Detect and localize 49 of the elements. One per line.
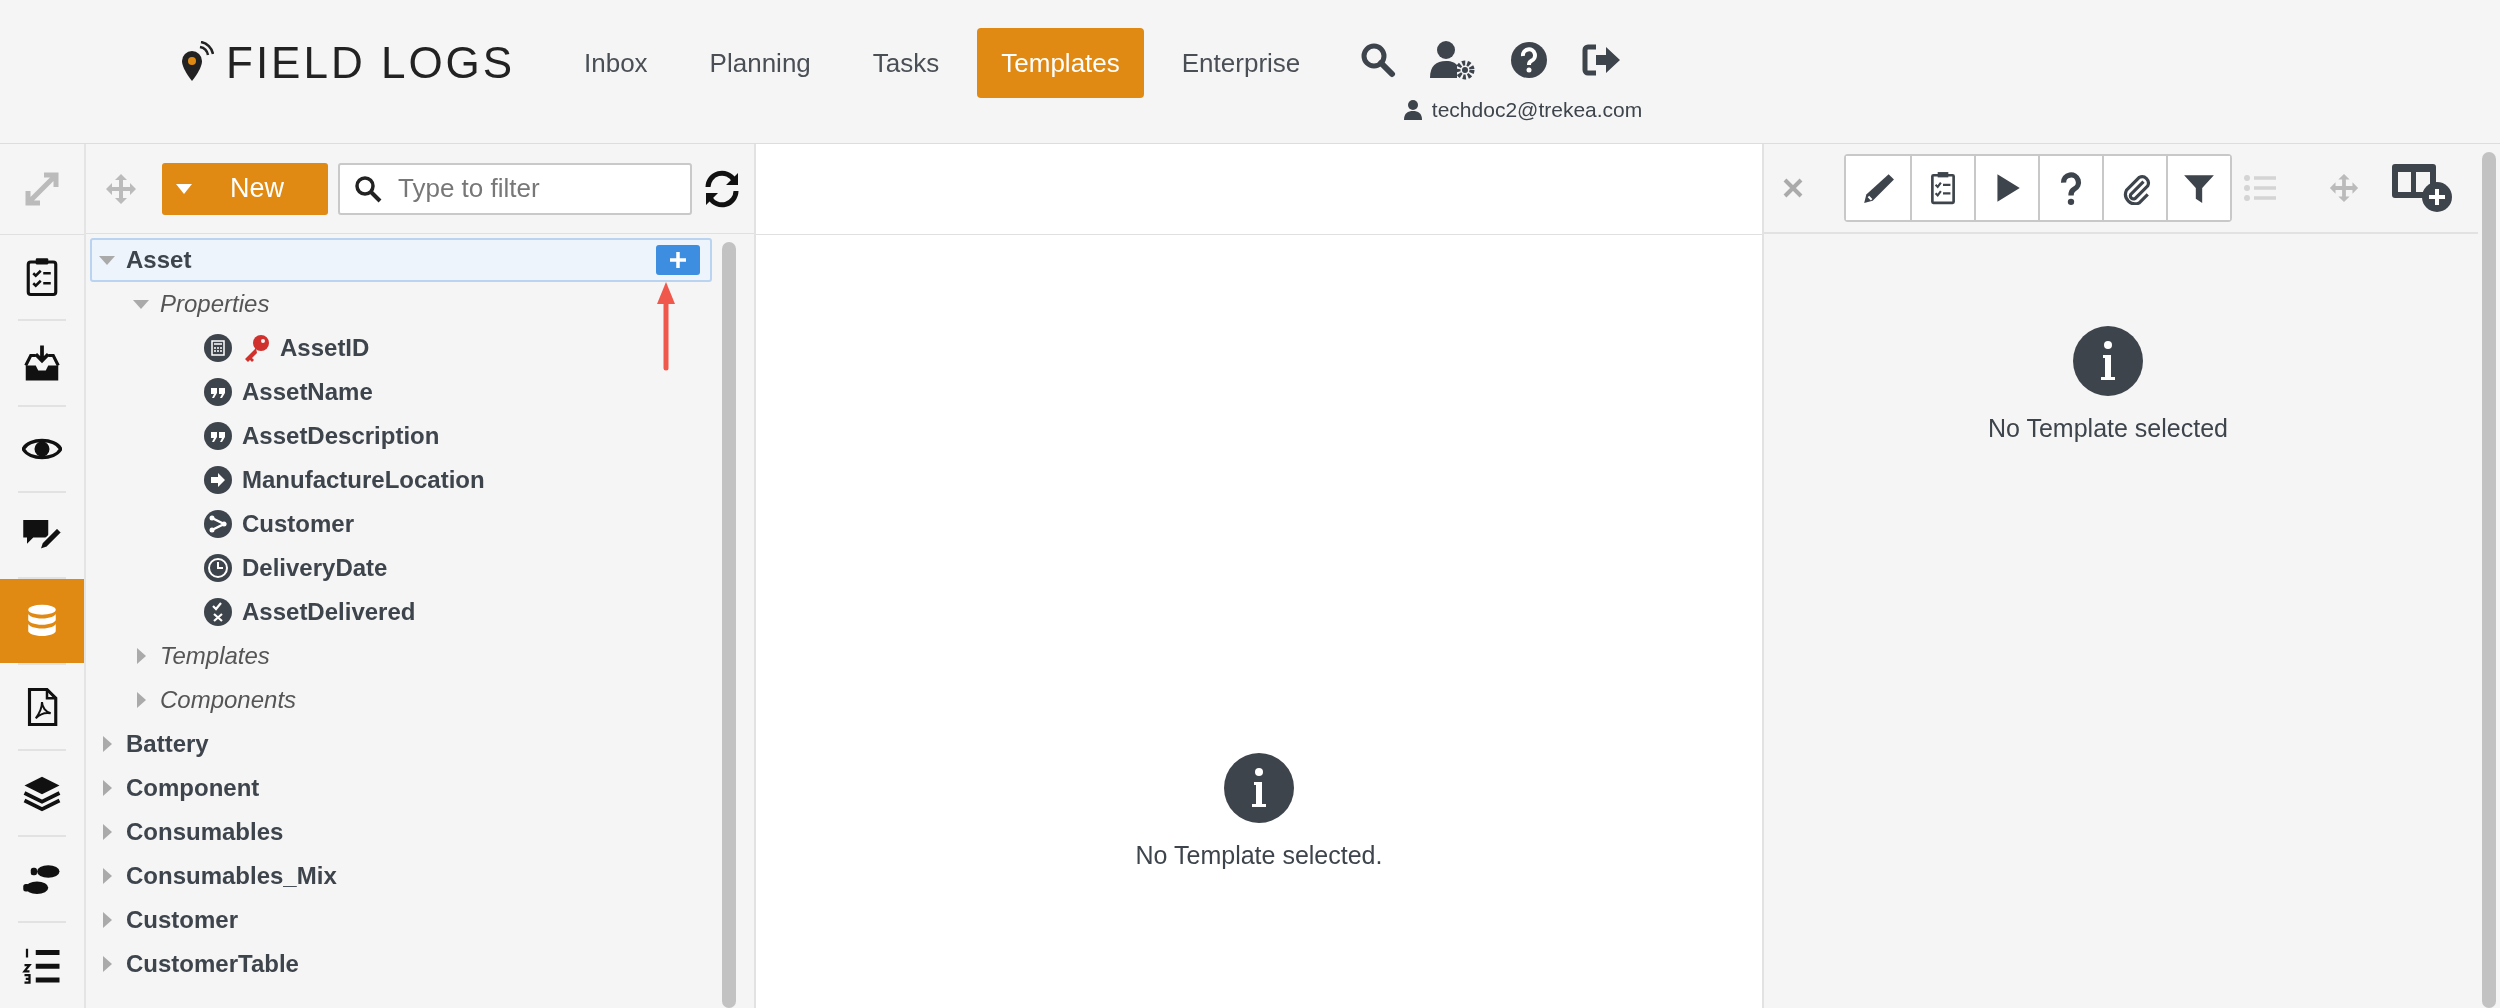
property-item[interactable]: Customer	[90, 502, 712, 546]
quote-icon	[204, 422, 232, 450]
user-icon	[1403, 100, 1422, 120]
search-icon[interactable]	[1360, 42, 1397, 78]
tree-group[interactable]: Properties	[90, 282, 712, 326]
tree-item[interactable]: Consumables_Mix	[90, 854, 712, 898]
help-icon[interactable]	[1510, 41, 1549, 79]
tree-item[interactable]: Component	[90, 766, 712, 810]
nav-tab[interactable]: Enterprise	[1157, 28, 1325, 98]
pencil-icon	[1861, 171, 1895, 205]
scrollbar[interactable]	[722, 242, 736, 1008]
nav-tab[interactable]: Planning	[685, 28, 835, 98]
search-icon	[354, 174, 382, 203]
property-item[interactable]: AssetName	[90, 370, 712, 414]
nav-tab[interactable]: Tasks	[848, 28, 964, 98]
inbox-download-icon	[22, 343, 62, 383]
check-cross-icon	[204, 598, 232, 626]
property-item[interactable]: AssetDelivered	[90, 590, 712, 634]
logo-text: FIELD LOGS	[226, 38, 516, 88]
tree-item[interactable]: CustomerTable	[90, 942, 712, 986]
property-item[interactable]: AssetDescription	[90, 414, 712, 458]
empty-message: No Template selected	[1988, 414, 2228, 443]
tree-item[interactable]: Asset	[90, 238, 712, 282]
filter-field[interactable]: Type to filter	[338, 162, 692, 215]
nav-tab[interactable]: Inbox	[560, 28, 672, 98]
caret-down-icon	[176, 183, 192, 194]
clock-icon	[204, 554, 232, 582]
toolbar-button[interactable]	[2166, 156, 2230, 220]
property-item[interactable]: DeliveryDate	[90, 546, 712, 590]
tree-item[interactable]: Customer	[90, 898, 712, 942]
tree-group[interactable]: Components	[90, 678, 712, 722]
share-nodes-icon	[204, 510, 232, 538]
tree-item[interactable]: Battery	[90, 722, 712, 766]
empty-message: No Template selected.	[1135, 841, 1383, 870]
tree-group[interactable]: Templates	[90, 634, 712, 678]
user-settings-icon[interactable]	[1430, 40, 1477, 80]
info-icon	[2073, 326, 2143, 396]
tree-item[interactable]: Consumables	[90, 810, 712, 854]
user-email[interactable]: techdoc2@trekea.com	[1431, 98, 1643, 122]
property-item[interactable]: ManufactureLocation	[90, 458, 712, 502]
add-button[interactable]	[656, 245, 700, 275]
property-item[interactable]: AssetID	[90, 326, 712, 370]
plus-icon	[668, 250, 688, 270]
add-layout-icon[interactable]	[2390, 162, 2454, 214]
arrow-circle-icon	[204, 466, 232, 494]
calculator-icon	[204, 334, 232, 362]
scrollbar[interactable]	[2482, 152, 2496, 1008]
info-icon	[1224, 753, 1294, 823]
quote-icon	[204, 378, 232, 406]
